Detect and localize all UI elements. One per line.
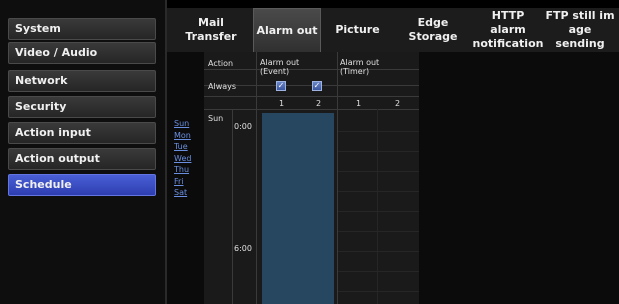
- tab-alarm-out[interactable]: Alarm out: [253, 8, 321, 52]
- alarm-out-timer-header: Alarm out (Timer): [340, 58, 380, 76]
- time-label: 6:00: [234, 244, 252, 253]
- day-link-sat[interactable]: Sat: [174, 187, 196, 199]
- col-number: 2: [316, 99, 322, 108]
- col-number: 1: [356, 99, 362, 108]
- sidebar-item-action-output[interactable]: Action output: [8, 148, 156, 170]
- tab-http-alarm-notification[interactable]: HTTP alarm notification: [473, 8, 543, 52]
- col-number: 2: [395, 99, 401, 108]
- day-links: Sun Mon Tue Wed Thu Fri Sat: [174, 118, 196, 199]
- alarm-out-event-header: Alarm out (Event): [260, 58, 300, 76]
- day-link-thu[interactable]: Thu: [174, 164, 196, 176]
- always-event-1-checkbox[interactable]: ✓: [276, 81, 286, 91]
- sidebar-item-security[interactable]: Security: [8, 96, 156, 118]
- day-label: Sun: [208, 114, 224, 123]
- tab-bar: Mail Transfer Alarm out Picture Edge Sto…: [167, 8, 619, 52]
- sidebar-item-video-audio[interactable]: Video / Audio: [8, 42, 156, 64]
- tab-edge-storage[interactable]: Edge Storage: [394, 8, 472, 52]
- tab-mail-transfer[interactable]: Mail Transfer: [172, 8, 250, 52]
- day-link-wed[interactable]: Wed: [174, 153, 196, 165]
- sidebar-item-schedule[interactable]: Schedule: [8, 174, 156, 196]
- day-link-sun[interactable]: Sun: [174, 118, 196, 130]
- tab-ftp-still-image-sending[interactable]: FTP still im age sending: [544, 8, 616, 52]
- col-number: 1: [279, 99, 285, 108]
- sidebar-item-system[interactable]: System: [8, 18, 156, 40]
- time-label: 0:00: [234, 122, 252, 131]
- day-link-tue[interactable]: Tue: [174, 141, 196, 153]
- day-link-fri[interactable]: Fri: [174, 176, 196, 188]
- tab-picture[interactable]: Picture: [325, 8, 390, 52]
- sidebar-item-network[interactable]: Network: [8, 70, 156, 92]
- schedule-grid: Action Alarm out (Event) Alarm out (Time…: [204, 52, 419, 304]
- sidebar: System Video / Audio Network Security Ac…: [0, 0, 167, 304]
- always-event-2-checkbox[interactable]: ✓: [312, 81, 322, 91]
- action-header: Action: [208, 59, 234, 68]
- always-label: Always: [208, 82, 237, 91]
- day-link-mon[interactable]: Mon: [174, 130, 196, 142]
- sidebar-item-action-input[interactable]: Action input: [8, 122, 156, 144]
- scheduled-block[interactable]: [262, 113, 334, 304]
